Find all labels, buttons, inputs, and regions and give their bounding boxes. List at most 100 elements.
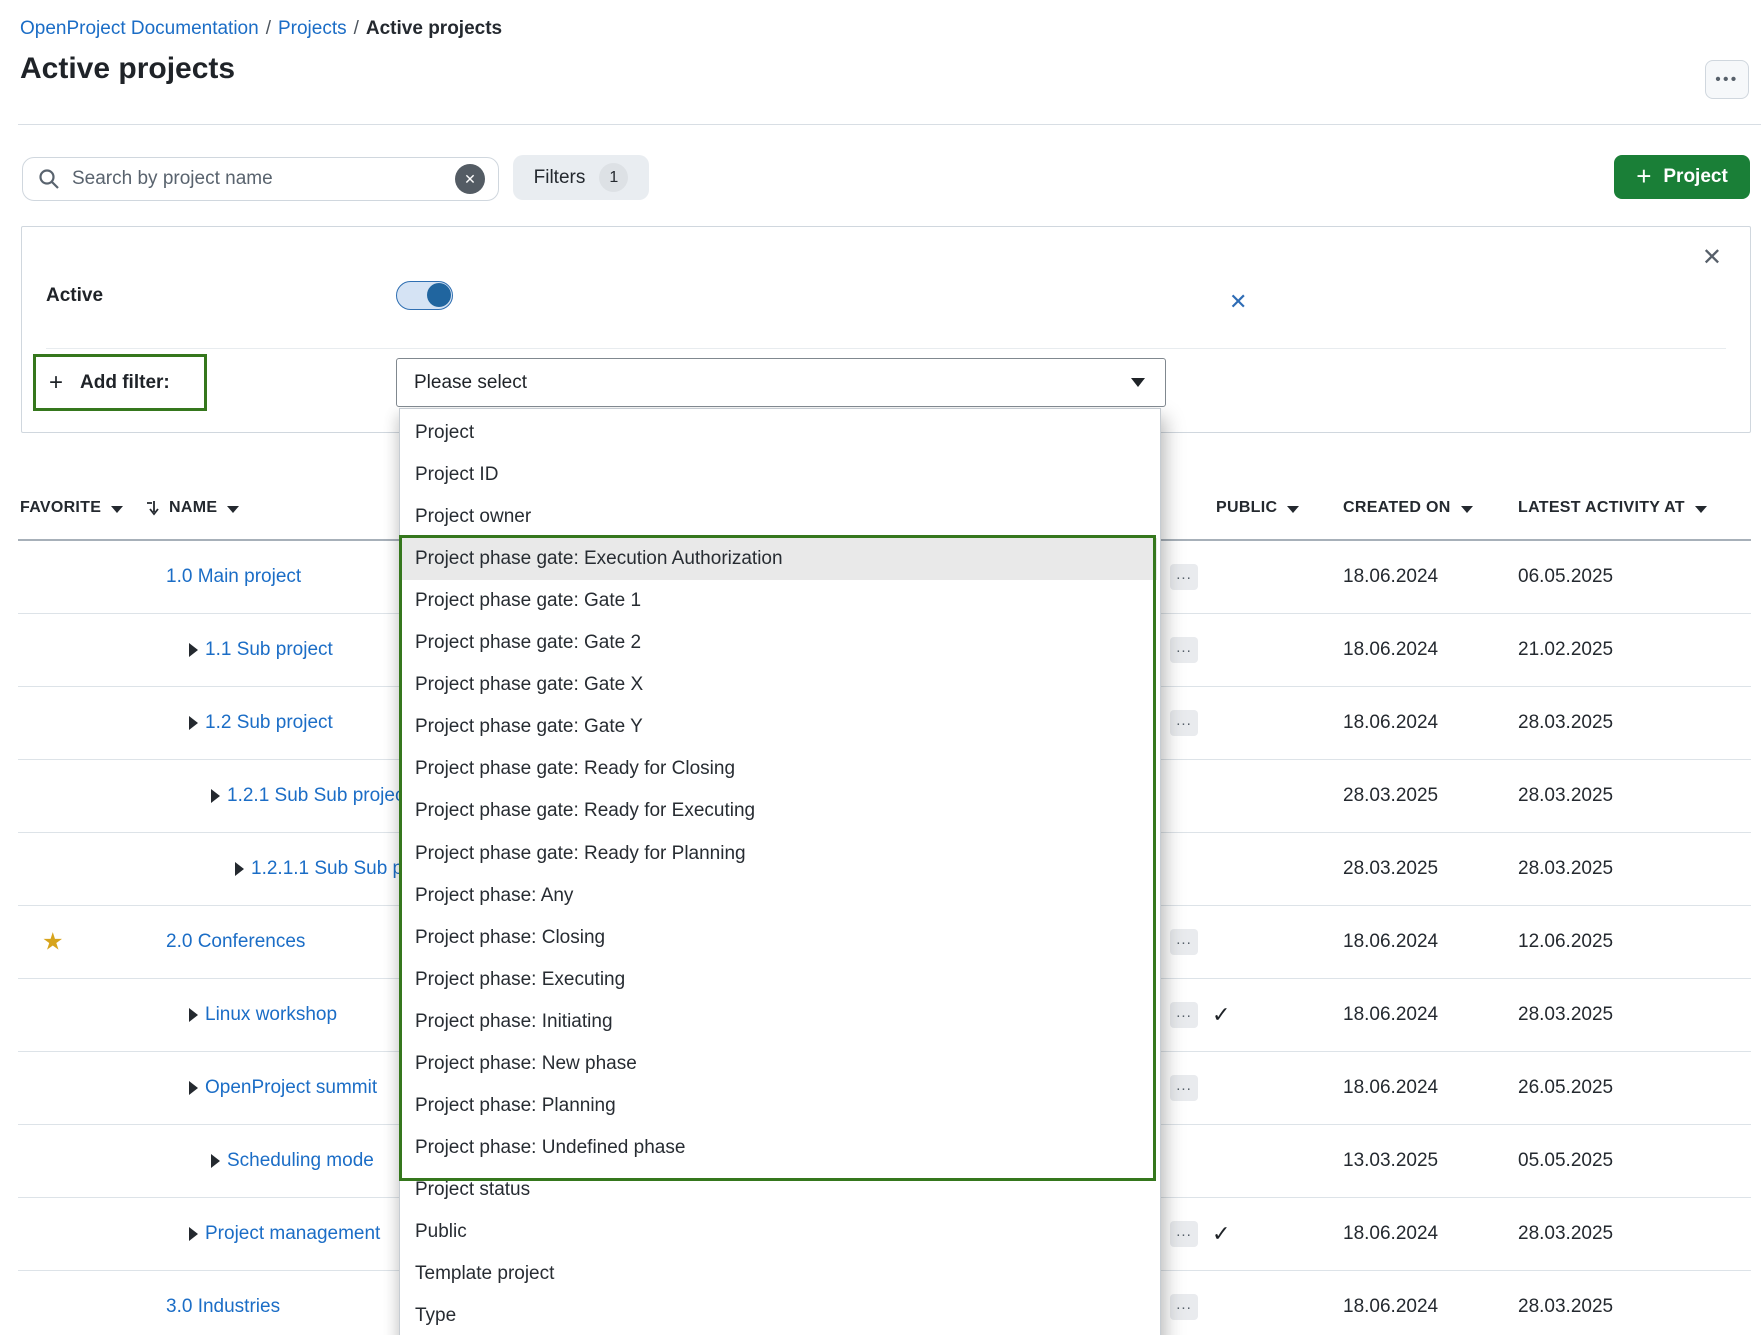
created-on-date: 18.06.2024 bbox=[1343, 1223, 1438, 1245]
chevron-down-icon bbox=[1461, 506, 1473, 513]
chevron-down-icon bbox=[227, 506, 239, 513]
latest-activity-date: 28.03.2025 bbox=[1518, 785, 1613, 807]
row-more-button[interactable]: ... bbox=[1170, 1002, 1198, 1028]
dropdown-option[interactable]: Project phase gate: Ready for Executing bbox=[402, 790, 1157, 832]
expand-arrow-icon[interactable] bbox=[211, 1154, 220, 1168]
created-on-date: 28.03.2025 bbox=[1343, 858, 1438, 880]
filter-row-divider bbox=[46, 348, 1726, 349]
expand-arrow-icon[interactable] bbox=[235, 862, 244, 876]
dropdown-option[interactable]: Project phase gate: Gate Y bbox=[402, 706, 1157, 748]
filter-type-select[interactable]: Please select bbox=[396, 358, 1166, 407]
expand-arrow-icon[interactable] bbox=[189, 1081, 198, 1095]
dropdown-option[interactable]: Project phase: Planning bbox=[402, 1085, 1157, 1127]
expand-arrow-icon[interactable] bbox=[189, 1008, 198, 1022]
latest-activity-date: 26.05.2025 bbox=[1518, 1077, 1613, 1099]
dropdown-option[interactable]: Project bbox=[402, 412, 1157, 454]
project-link[interactable]: 1.2.1 Sub Sub project bbox=[227, 785, 410, 807]
column-header-latest-activity-label: LATEST ACTIVITY AT bbox=[1518, 499, 1685, 517]
chevron-down-icon bbox=[1695, 506, 1707, 513]
project-link[interactable]: Scheduling mode bbox=[227, 1150, 374, 1172]
latest-activity-date: 05.05.2025 bbox=[1518, 1150, 1613, 1172]
close-icon[interactable]: ✕ bbox=[1702, 243, 1722, 272]
column-header-public[interactable]: PUBLIC bbox=[1216, 490, 1299, 526]
latest-activity-date: 28.03.2025 bbox=[1518, 1296, 1613, 1318]
favorite-star-icon[interactable]: ★ bbox=[42, 928, 64, 957]
sort-ascending-icon bbox=[146, 500, 159, 516]
row-more-button[interactable]: ... bbox=[1170, 1075, 1198, 1101]
created-on-date: 18.06.2024 bbox=[1343, 1077, 1438, 1099]
dropdown-option[interactable]: Project phase gate: Execution Authorizat… bbox=[402, 538, 1157, 580]
project-link[interactable]: 1.1 Sub project bbox=[205, 639, 333, 661]
chevron-down-icon bbox=[111, 506, 123, 513]
add-filter-label: Add filter: bbox=[80, 372, 170, 394]
public-checkmark-icon: ✓ bbox=[1212, 1002, 1230, 1028]
column-header-created-on-label: CREATED ON bbox=[1343, 499, 1451, 517]
row-more-button[interactable]: ... bbox=[1170, 710, 1198, 736]
column-header-public-label: PUBLIC bbox=[1216, 499, 1277, 517]
latest-activity-date: 06.05.2025 bbox=[1518, 566, 1613, 588]
latest-activity-date: 28.03.2025 bbox=[1518, 1223, 1613, 1245]
column-header-created-on[interactable]: CREATED ON bbox=[1343, 490, 1473, 526]
column-header-latest-activity[interactable]: LATEST ACTIVITY AT bbox=[1518, 490, 1707, 526]
expand-arrow-icon[interactable] bbox=[189, 1227, 198, 1241]
project-link[interactable]: Project management bbox=[205, 1223, 380, 1245]
expand-arrow-icon[interactable] bbox=[189, 643, 198, 657]
created-on-date: 28.03.2025 bbox=[1343, 785, 1438, 807]
row-more-button[interactable]: ... bbox=[1170, 564, 1198, 590]
created-on-date: 13.03.2025 bbox=[1343, 1150, 1438, 1172]
column-header-favorite-label: FAVORITE bbox=[20, 499, 101, 517]
active-filter-toggle[interactable] bbox=[396, 281, 453, 310]
expand-arrow-icon[interactable] bbox=[189, 716, 198, 730]
row-more-button[interactable]: ... bbox=[1170, 1221, 1198, 1247]
plus-icon: + bbox=[49, 369, 63, 397]
dropdown-option[interactable]: Public bbox=[402, 1211, 1157, 1253]
remove-filter-icon[interactable]: ✕ bbox=[1229, 289, 1247, 315]
dropdown-option[interactable]: Project phase: New phase bbox=[402, 1043, 1157, 1085]
dropdown-option[interactable]: Project phase gate: Ready for Planning bbox=[402, 833, 1157, 875]
latest-activity-date: 28.03.2025 bbox=[1518, 858, 1613, 880]
dropdown-option[interactable]: Project phase: Initiating bbox=[402, 1001, 1157, 1043]
dropdown-option[interactable]: Project phase: Any bbox=[402, 875, 1157, 917]
add-filter-button[interactable]: + Add filter: bbox=[33, 354, 207, 411]
row-more-button[interactable]: ... bbox=[1170, 1294, 1198, 1320]
dropdown-option[interactable]: Project status bbox=[402, 1169, 1157, 1211]
latest-activity-date: 28.03.2025 bbox=[1518, 712, 1613, 734]
project-link[interactable]: 3.0 Industries bbox=[166, 1296, 280, 1318]
dropdown-option[interactable]: Type bbox=[402, 1295, 1157, 1335]
created-on-date: 18.06.2024 bbox=[1343, 1004, 1438, 1026]
created-on-date: 18.06.2024 bbox=[1343, 639, 1438, 661]
latest-activity-date: 28.03.2025 bbox=[1518, 1004, 1613, 1026]
row-more-button[interactable]: ... bbox=[1170, 929, 1198, 955]
column-header-name[interactable]: NAME bbox=[146, 490, 239, 526]
active-projects-page: FAVORITE NAME PUBLIC CREATED ON LATEST A… bbox=[0, 0, 1761, 1335]
dropdown-option[interactable]: Project phase gate: Ready for Closing bbox=[402, 748, 1157, 790]
latest-activity-date: 12.06.2025 bbox=[1518, 931, 1613, 953]
latest-activity-date: 21.02.2025 bbox=[1518, 639, 1613, 661]
column-header-favorite[interactable]: FAVORITE bbox=[20, 490, 123, 526]
dropdown-option[interactable]: Project phase gate: Gate X bbox=[402, 664, 1157, 706]
dropdown-option[interactable]: Project phase gate: Gate 1 bbox=[402, 580, 1157, 622]
project-link[interactable]: 1.0 Main project bbox=[166, 566, 301, 588]
chevron-down-icon bbox=[1131, 378, 1145, 387]
toggle-knob bbox=[427, 283, 451, 307]
chevron-down-icon bbox=[1287, 506, 1299, 513]
filter-type-dropdown: ProjectProject IDProject ownerProject ph… bbox=[399, 408, 1161, 1335]
dropdown-option[interactable]: Project phase gate: Gate 2 bbox=[402, 622, 1157, 664]
project-link[interactable]: 1.2 Sub project bbox=[205, 712, 333, 734]
row-more-button[interactable]: ... bbox=[1170, 637, 1198, 663]
dropdown-option[interactable]: Project phase: Undefined phase bbox=[402, 1127, 1157, 1169]
dropdown-option[interactable]: Project ID bbox=[402, 454, 1157, 496]
dropdown-option[interactable]: Project phase: Closing bbox=[402, 917, 1157, 959]
project-link[interactable]: OpenProject summit bbox=[205, 1077, 377, 1099]
project-link[interactable]: Linux workshop bbox=[205, 1004, 337, 1026]
created-on-date: 18.06.2024 bbox=[1343, 931, 1438, 953]
expand-arrow-icon[interactable] bbox=[211, 789, 220, 803]
column-header-name-label: NAME bbox=[169, 499, 217, 517]
dropdown-option[interactable]: Project phase: Executing bbox=[402, 959, 1157, 1001]
created-on-date: 18.06.2024 bbox=[1343, 1296, 1438, 1318]
filter-type-select-value: Please select bbox=[414, 372, 1131, 394]
dropdown-option[interactable]: Project owner bbox=[402, 496, 1157, 538]
created-on-date: 18.06.2024 bbox=[1343, 566, 1438, 588]
project-link[interactable]: 2.0 Conferences bbox=[166, 931, 305, 953]
dropdown-option[interactable]: Template project bbox=[402, 1253, 1157, 1295]
